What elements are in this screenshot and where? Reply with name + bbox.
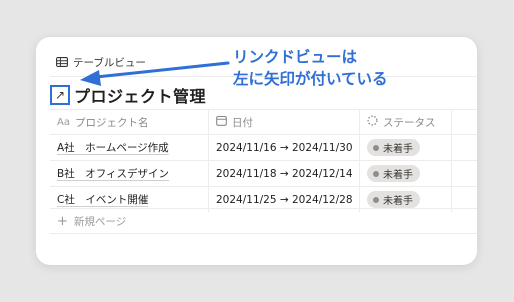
status-dot-icon (373, 170, 379, 177)
project-name[interactable]: B社 オフィスデザイン (57, 166, 169, 181)
status-label: 未着手 (383, 170, 413, 181)
view-tab-table[interactable]: テーブルビュー (56, 54, 146, 70)
cell-empty (452, 135, 477, 160)
cell-status[interactable]: 未着手 (360, 135, 452, 160)
calendar-icon (216, 115, 227, 129)
view-tab-label: テーブルビュー (73, 56, 146, 69)
linked-view-arrow-icon[interactable]: ↗ (50, 85, 70, 105)
column-header-date[interactable]: 日付 (209, 110, 360, 134)
cell-date[interactable]: 2024/11/16 → 2024/11/30 (209, 135, 360, 160)
cell-status[interactable]: 未着手 (360, 161, 452, 186)
column-label: 日付 (232, 116, 253, 129)
annotation-callout: リンクドビューは 左に矢印が付いている (233, 46, 388, 90)
project-name[interactable]: A社 ホームページ作成 (57, 140, 169, 155)
column-label: ステータス (383, 116, 436, 129)
column-header-empty (452, 110, 477, 134)
table-row[interactable]: B社 オフィスデザイン 2024/11/18 → 2024/12/14 未着手 (50, 160, 477, 186)
cell-date[interactable]: 2024/11/18 → 2024/12/14 (209, 161, 360, 186)
project-name[interactable]: C社 イベント開催 (57, 192, 148, 207)
new-page-label: 新規ページ (73, 216, 127, 228)
status-icon (367, 115, 378, 129)
column-header-name[interactable]: Aa プロジェクト名 (50, 110, 209, 134)
column-label: プロジェクト名 (74, 116, 149, 129)
new-page-button[interactable]: + 新規ページ (50, 208, 477, 234)
text-property-icon: Aa (57, 116, 70, 128)
annotation-line-2: 左に矢印が付いている (233, 70, 388, 88)
table-header: Aa プロジェクト名 日付 ステータス (50, 109, 477, 134)
status-label: 未着手 (383, 144, 413, 155)
status-dot-icon (373, 196, 379, 203)
database-title-row: ↗ プロジェクト管理 (50, 82, 206, 108)
database-title[interactable]: プロジェクト管理 (74, 83, 206, 107)
database-table: Aa プロジェクト名 日付 ステータス A社 ホームページ作成 2024/11/… (50, 109, 477, 212)
status-badge: 未着手 (367, 191, 420, 208)
plus-icon: + (57, 214, 68, 229)
status-label: 未着手 (383, 196, 413, 207)
cell-project-name[interactable]: A社 ホームページ作成 (50, 135, 209, 160)
table-icon (56, 57, 68, 67)
divider (50, 233, 477, 234)
annotation-line-1: リンクドビューは (233, 48, 358, 66)
status-badge: 未着手 (367, 165, 420, 182)
cell-project-name[interactable]: B社 オフィスデザイン (50, 161, 209, 186)
status-badge: 未着手 (367, 139, 420, 156)
status-dot-icon (373, 144, 379, 151)
cell-empty (452, 161, 477, 186)
column-header-status[interactable]: ステータス (360, 110, 452, 134)
table-row[interactable]: A社 ホームページ作成 2024/11/16 → 2024/11/30 未着手 (50, 134, 477, 160)
